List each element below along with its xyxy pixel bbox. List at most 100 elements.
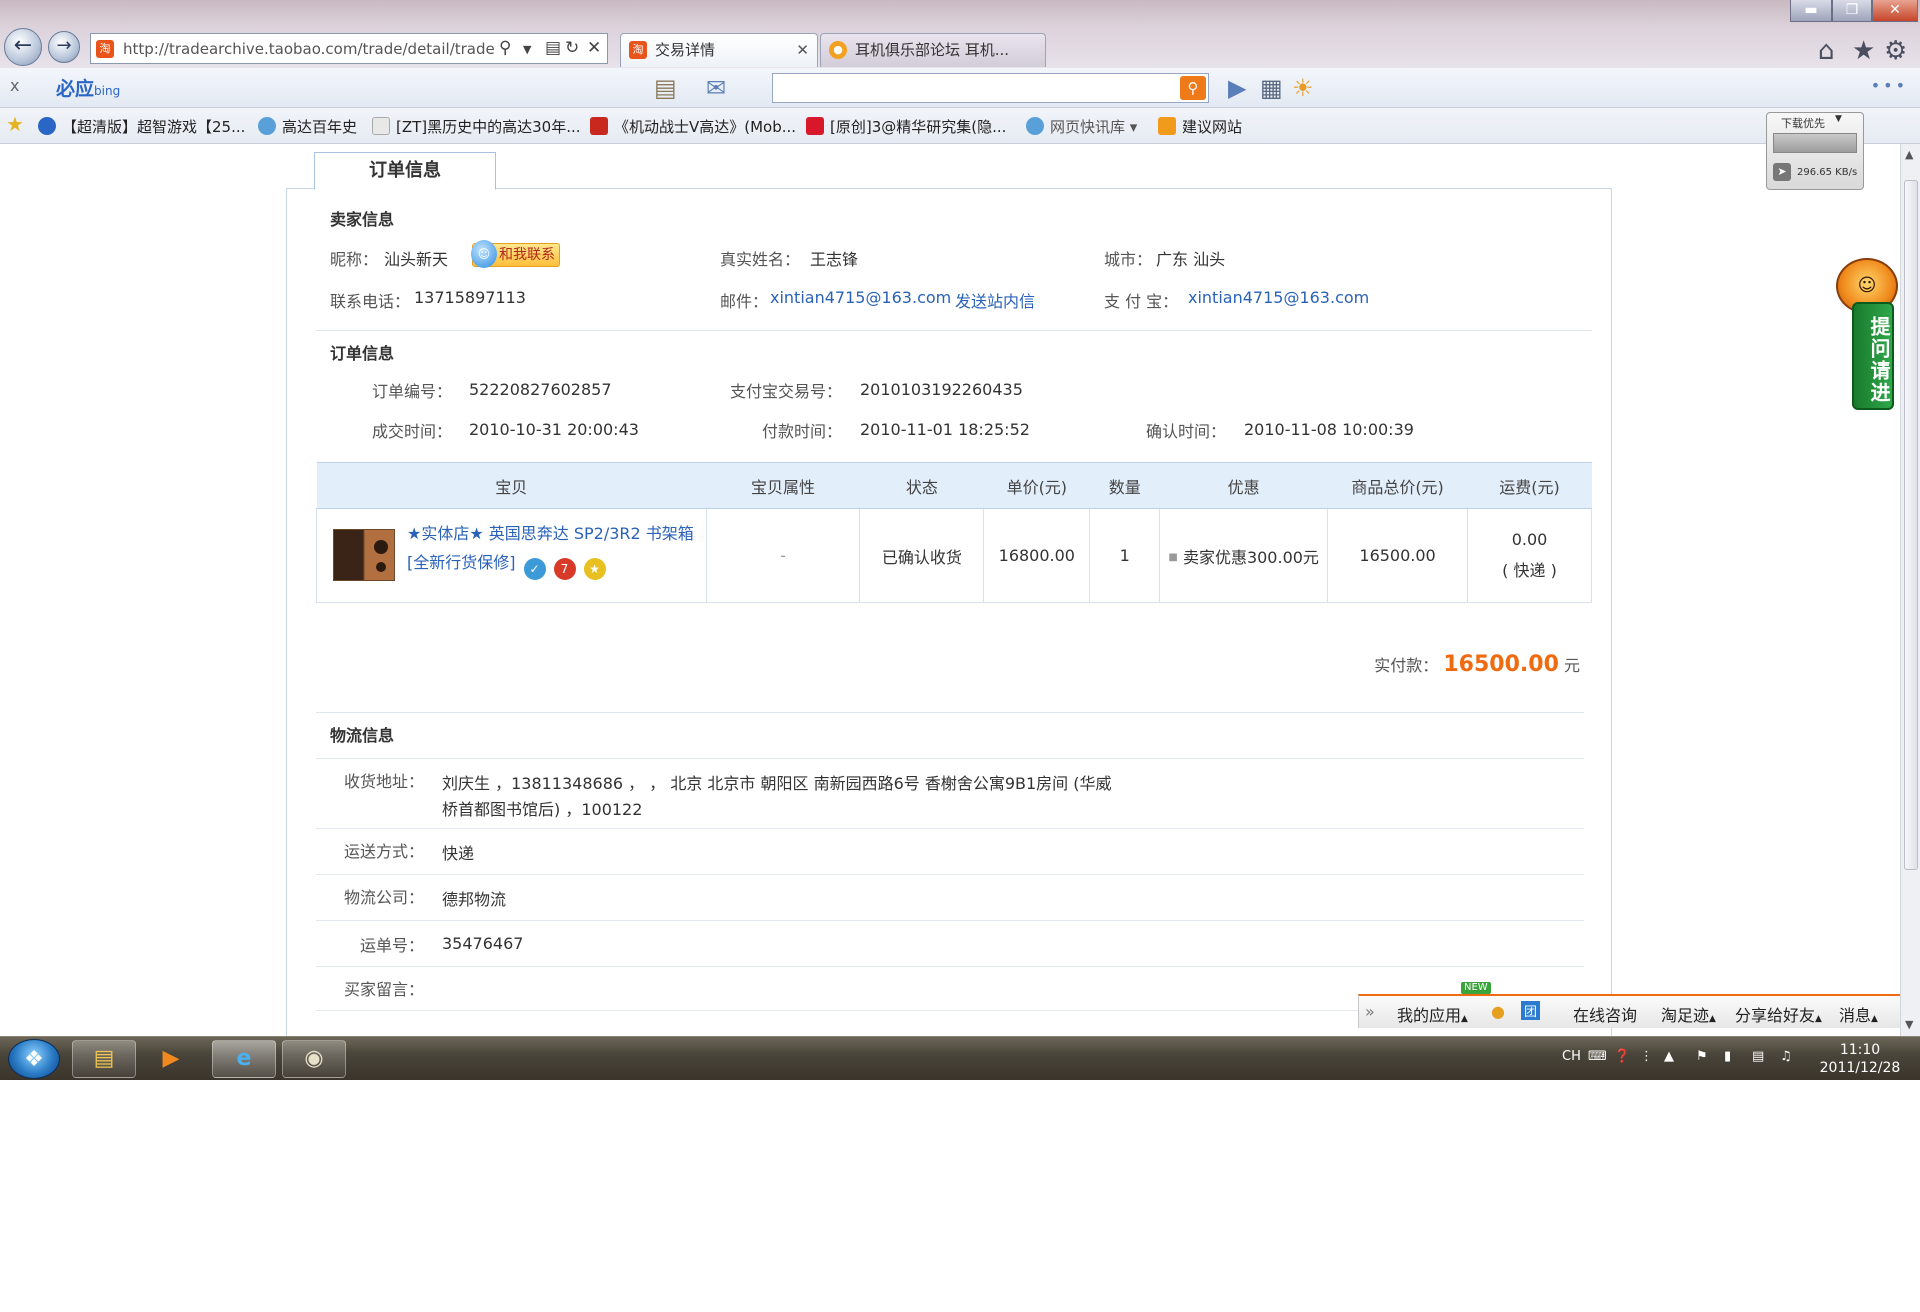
action-center-flag-icon[interactable]: ⚑ (1696, 1049, 1708, 1064)
column-header: 数量 (1089, 462, 1160, 509)
refresh-icon[interactable]: ↻ (565, 38, 579, 58)
stop-icon[interactable]: ✕ (587, 38, 601, 58)
dropdown-icon[interactable]: ▼ (1835, 114, 1842, 124)
paint-palette-icon: ◉ (304, 1046, 324, 1071)
favorite-item[interactable]: 建议网站 (1158, 116, 1242, 137)
forward-button[interactable]: → (48, 31, 80, 63)
system-clock[interactable]: 11:10 2011/12/28 (1810, 1041, 1910, 1077)
seller-alipay-link[interactable]: xintian4715@163.com (1188, 288, 1369, 307)
input-language[interactable]: CH (1562, 1049, 1581, 1064)
product-title-link[interactable]: ★实体店★ 英国思奔达 SP2/3R2 书架箱 [全新行货保修] ✓ 7 ★ (407, 519, 697, 580)
favorite-item[interactable]: 高达百年史 (258, 116, 357, 137)
home-icon[interactable]: ⌂ (1818, 36, 1835, 66)
taskbar-explorer[interactable]: ▤ (72, 1040, 136, 1078)
ask-question-button[interactable]: 提问请进 (1852, 302, 1894, 410)
weather-icon[interactable]: ☀ (1292, 74, 1314, 102)
deal-time: 2010-10-31 20:00:43 (469, 420, 639, 439)
column-header: 商品总价(元) (1327, 462, 1468, 509)
close-window-button[interactable]: ✕ (1872, 0, 1918, 22)
favorites-star-icon[interactable]: ★ (1852, 36, 1875, 66)
collapse-toolbar-icon[interactable]: » (1365, 1002, 1375, 1021)
download-widget[interactable]: 下载优先 ▼ ➤ 296.65 KB/s (1766, 112, 1864, 190)
realname-label: 真实姓名： (720, 250, 801, 269)
help-icon[interactable]: ❓ (1614, 1049, 1630, 1064)
tab-close-icon[interactable]: ✕ (796, 34, 809, 66)
seller-section-title: 卖家信息 (330, 210, 395, 229)
clock-date: 2011/12/28 (1819, 1060, 1901, 1076)
shipping-fee: 0.00 (1511, 530, 1548, 549)
divider (316, 966, 1584, 967)
share-friends-button[interactable]: 分享给好友▲ (1735, 1002, 1822, 1026)
bing-search-input[interactable] (777, 77, 1167, 99)
address-bar[interactable]: 淘 http://tradearchive.taobao.com/trade/d… (90, 33, 608, 64)
news-icon[interactable]: ▤ (654, 74, 677, 102)
bing-search-button[interactable]: ⚲ (1180, 76, 1206, 100)
favorite-item[interactable]: 【超清版】超智游戏【25... (38, 116, 245, 137)
battery-icon[interactable]: ▮ (1724, 1049, 1731, 1064)
scroll-up-icon[interactable]: ▲ (1905, 148, 1913, 161)
gear-icon[interactable]: ⚙ (1884, 36, 1907, 66)
download-progress-bar (1773, 133, 1857, 153)
video-icon[interactable]: ▶ (1228, 74, 1246, 102)
scroll-down-icon[interactable]: ▼ (1905, 1018, 1913, 1031)
page-scrollbar[interactable]: ▲ ▼ (1900, 144, 1920, 1036)
favorite-item[interactable]: 《机动战士V高达》(Mob... (590, 116, 796, 137)
maximize-button[interactable]: ❐ (1832, 0, 1872, 22)
seller-realname: 王志锋 (810, 250, 859, 269)
bing-search-box[interactable]: ⚲ (772, 73, 1209, 103)
bullet-icon: ■ (1168, 551, 1178, 563)
group-buy-icon[interactable]: 团 (1521, 1001, 1541, 1020)
search-icon[interactable]: ⚲ (499, 38, 511, 58)
messages-button[interactable]: 消息▲ (1839, 1002, 1878, 1026)
divider (316, 828, 1584, 829)
seller-city: 广东 汕头 (1156, 250, 1226, 269)
web-slice-gallery[interactable]: 网页快讯库 ▾ (1026, 116, 1137, 137)
tab-trade-detail[interactable]: 淘 交易详情 ✕ (620, 33, 818, 67)
compat-view-icon[interactable]: ▤ (545, 38, 561, 58)
taskbar-internet-explorer[interactable]: e (212, 1040, 276, 1078)
volume-icon[interactable]: ♫ (1780, 1049, 1792, 1064)
company-label: 物流公司： (344, 888, 425, 907)
search-icon: ⚲ (1187, 79, 1199, 97)
mail-icon[interactable]: ✉ (706, 74, 726, 102)
more-options-icon[interactable]: ••• (1871, 76, 1908, 95)
film-icon[interactable]: ▦ (1260, 74, 1283, 102)
tab-order-info[interactable]: 订单信息 (314, 152, 496, 190)
coins-icon[interactable]: ● (1491, 1002, 1505, 1021)
contact-seller-button[interactable]: ☺ 和我联系 (471, 240, 560, 268)
online-consult-button[interactable]: 在线咨询 (1573, 1002, 1637, 1026)
alipay-trade-label: 支付宝交易号： (730, 382, 843, 401)
item-cell: ★实体店★ 英国思奔达 SP2/3R2 书架箱 [全新行货保修] ✓ 7 ★ (316, 508, 707, 603)
toolbar-close-button[interactable]: x (10, 76, 19, 95)
dropdown-icon[interactable]: ▼ (523, 43, 531, 56)
order-no-label: 订单编号： (372, 382, 453, 401)
start-button[interactable]: ❖ (8, 1039, 60, 1079)
show-hidden-icons[interactable]: ▲ (1664, 1049, 1674, 1064)
bing-toolbar: x 必应bing ▤ ✉ ⚲ ▶ ▦ ☀ ••• (0, 68, 1920, 108)
footprint-button[interactable]: 淘足迹▲ (1661, 1002, 1716, 1026)
favorite-item[interactable]: [原创]3@精华研究集(隐... (806, 116, 1006, 137)
column-header: 状态 (859, 462, 984, 509)
product-thumbnail[interactable] (333, 529, 395, 581)
tab-headphone-forum[interactable]: ● 耳机俱乐部论坛 耳机... (820, 33, 1046, 67)
my-apps-button[interactable]: 我的应用▲ (1397, 1002, 1468, 1026)
taskbar-media-player[interactable]: ▶ (142, 1040, 200, 1078)
address-url[interactable]: http://tradearchive.taobao.com/trade/det… (123, 40, 503, 58)
back-button[interactable]: ← (4, 28, 42, 66)
wangwang-icon: ☺ (471, 240, 497, 268)
column-header: 宝贝 (316, 462, 707, 509)
ime-options-icon[interactable]: ⋮ (1640, 1049, 1653, 1064)
download-speed: 296.65 KB/s (1797, 167, 1858, 178)
favorite-item[interactable]: [ZT]黑历史中的高达30年... (372, 116, 581, 137)
seller-email-link[interactable]: xintian4715@163.com (770, 288, 951, 307)
minimize-button[interactable]: ▬ (1790, 0, 1832, 22)
keyboard-icon[interactable]: ⌨ (1588, 1049, 1607, 1064)
send-message-link[interactable]: 发送站内信 (955, 288, 1035, 312)
favorites-star-icon[interactable]: ★ (6, 112, 24, 136)
buyer-message-label: 买家留言： (344, 980, 425, 999)
item-status: 已确认收货 (859, 508, 984, 603)
network-signal-icon[interactable]: ▤ (1752, 1049, 1764, 1064)
scrollbar-thumb[interactable] (1904, 180, 1918, 870)
alipay-trade-no: 2010103192260435 (860, 380, 1023, 399)
taskbar-paint[interactable]: ◉ (282, 1040, 346, 1078)
